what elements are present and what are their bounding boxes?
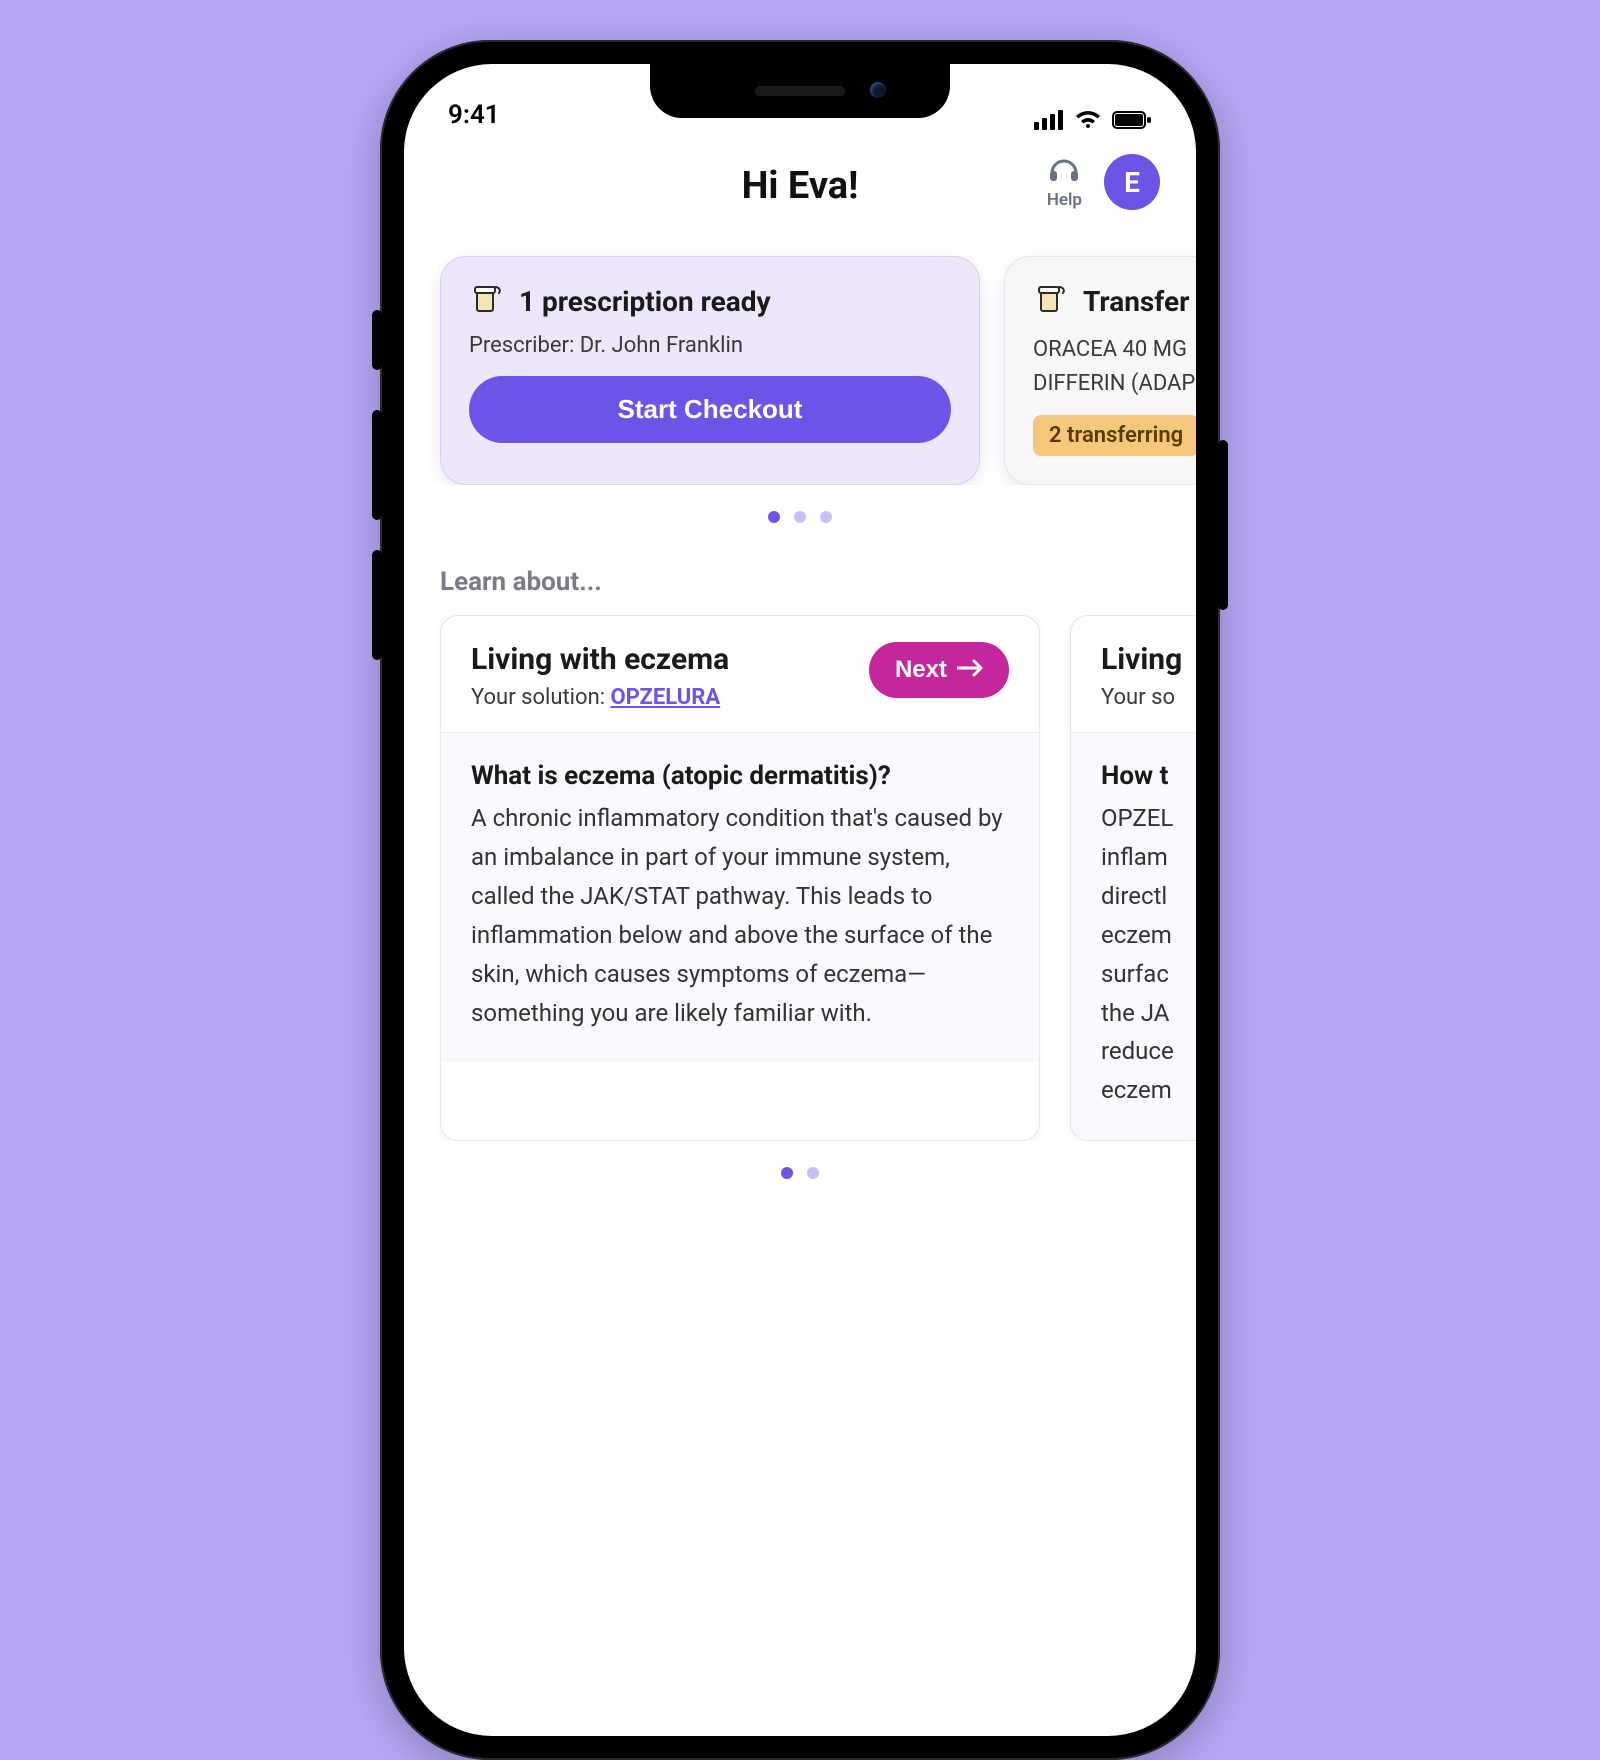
learn-card[interactable]: Living with eczema Your solution: OPZELU… xyxy=(440,615,1040,1141)
app-header: Hi Eva! Help E xyxy=(404,136,1196,226)
phone-side-button xyxy=(372,310,382,370)
learn-question: What is eczema (atopic dermatitis)? xyxy=(471,761,1009,791)
learn-card-solution: Your so xyxy=(1101,685,1182,710)
cellular-icon xyxy=(1034,110,1064,130)
learn-card-solution: Your solution: OPZELURA xyxy=(471,685,729,710)
help-button[interactable]: Help xyxy=(1047,155,1082,210)
carousel-dot[interactable] xyxy=(794,511,806,523)
phone-side-button xyxy=(372,410,382,520)
battery-icon xyxy=(1112,110,1152,130)
rx-card-title: 1 prescription ready xyxy=(519,285,771,318)
carousel-dot[interactable] xyxy=(820,511,832,523)
phone-frame: 9:41 Hi Eva! xyxy=(380,40,1220,1760)
rx-carousel[interactable]: 1 prescription ready Prescriber: Dr. Joh… xyxy=(404,226,1196,485)
carousel-dot[interactable] xyxy=(781,1167,793,1179)
phone-screen: 9:41 Hi Eva! xyxy=(404,64,1196,1736)
prescription-icon xyxy=(469,281,505,321)
phone-side-button xyxy=(1218,440,1228,610)
learn-card-title: Living with eczema xyxy=(471,642,729,677)
start-checkout-button[interactable]: Start Checkout xyxy=(469,376,951,443)
learn-card-title: Living xyxy=(1101,642,1182,677)
rx-card-title: Transfer xyxy=(1083,285,1189,318)
help-label: Help xyxy=(1047,190,1082,210)
learn-carousel[interactable]: Living with eczema Your solution: OPZELU… xyxy=(404,615,1196,1141)
learn-solution-link[interactable]: OPZELURA xyxy=(611,685,721,710)
rx-carousel-dots xyxy=(404,485,1196,533)
phone-notch xyxy=(650,64,950,118)
rx-card-ready[interactable]: 1 prescription ready Prescriber: Dr. Joh… xyxy=(440,256,980,485)
carousel-dot[interactable] xyxy=(768,511,780,523)
rx-card-subtitle: Prescriber: Dr. John Franklin xyxy=(469,333,951,358)
rx-card-transfer[interactable]: Transfer ORACEA 40 MG DIFFERIN (ADAP 2 t… xyxy=(1004,256,1196,485)
avatar-initial: E xyxy=(1124,166,1140,199)
wifi-icon xyxy=(1074,110,1102,130)
learn-solution-prefix: Your solution: xyxy=(471,685,611,710)
learn-answer: A chronic inflammatory condition that's … xyxy=(471,799,1009,1032)
learn-card[interactable]: Living Your so How t OPZEL inflam direct… xyxy=(1070,615,1196,1141)
transfer-badge: 2 transferring xyxy=(1033,415,1196,456)
arrow-right-icon xyxy=(957,656,983,684)
learn-next-button[interactable]: Next xyxy=(869,642,1009,698)
prescription-icon xyxy=(1033,281,1069,321)
rx-line: DIFFERIN (ADAP xyxy=(1033,367,1196,401)
learn-carousel-dots xyxy=(404,1141,1196,1189)
learn-question: How t xyxy=(1101,761,1196,791)
avatar[interactable]: E xyxy=(1104,154,1160,210)
status-time: 9:41 xyxy=(448,100,500,130)
learn-section-label: Learn about... xyxy=(404,533,1196,615)
phone-side-button xyxy=(372,550,382,660)
next-label: Next xyxy=(895,656,947,684)
rx-card-lines: ORACEA 40 MG DIFFERIN (ADAP xyxy=(1033,333,1196,401)
help-icon xyxy=(1048,155,1080,188)
greeting-text: Hi Eva! xyxy=(742,164,859,208)
rx-line: ORACEA 40 MG xyxy=(1033,333,1196,367)
carousel-dot[interactable] xyxy=(807,1167,819,1179)
learn-answer: OPZEL inflam directl eczem surfac the JA… xyxy=(1101,799,1196,1110)
learn-solution-prefix: Your so xyxy=(1101,685,1175,710)
